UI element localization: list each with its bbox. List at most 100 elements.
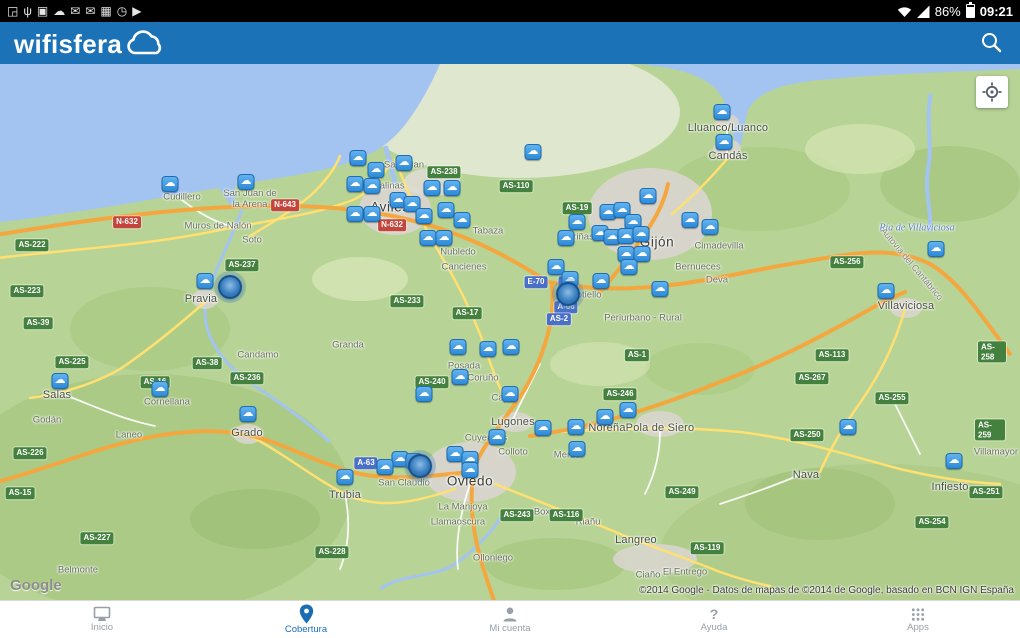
cloud-icon: ☁: [528, 146, 539, 157]
wifi-hotspot-marker[interactable]: ☁: [502, 386, 519, 402]
wifi-hotspot-marker[interactable]: ☁: [162, 176, 179, 192]
cloud-icon: ☁: [447, 182, 458, 193]
wifi-hotspot-marker[interactable]: ☁: [436, 230, 453, 246]
wifi-hotspot-marker[interactable]: ☁: [152, 381, 169, 397]
wifi-hotspot-marker[interactable]: ☁: [480, 341, 497, 357]
map-label: Olloniego: [473, 553, 513, 564]
wifi-hotspot-marker[interactable]: ☁: [620, 402, 637, 418]
wifi-hotspot-marker[interactable]: ☁: [682, 212, 699, 228]
cluster-marker[interactable]: [408, 454, 432, 478]
wifi-hotspot-marker[interactable]: ☁: [416, 208, 433, 224]
wifi-hotspot-marker[interactable]: ☁: [368, 162, 385, 178]
apps-grid-icon: [910, 607, 926, 622]
person-icon: [501, 606, 519, 623]
wifi-hotspot-marker[interactable]: ☁: [240, 406, 257, 422]
search-button[interactable]: [976, 27, 1006, 60]
wifi-hotspot-marker[interactable]: ☁: [454, 212, 471, 228]
wifi-hotspot-marker[interactable]: ☁: [347, 176, 364, 192]
wifi-hotspot-marker[interactable]: ☁: [946, 453, 963, 469]
wifi-hotspot-marker[interactable]: ☁: [364, 178, 381, 194]
wifi-hotspot-marker[interactable]: ☁: [558, 230, 575, 246]
status-bar-notification-icons: ◲ψ▣☁✉✉▦◷▶: [7, 0, 141, 22]
cloud-icon: ☁: [538, 422, 549, 433]
wifi-hotspot-marker[interactable]: ☁: [593, 273, 610, 289]
wifi-hotspot-marker[interactable]: ☁: [928, 241, 945, 257]
cloud-icon: ☁: [367, 208, 378, 219]
wifi-hotspot-marker[interactable]: ☁: [702, 219, 719, 235]
cloud-icon: ☁: [483, 343, 494, 354]
wifi-hotspot-marker[interactable]: ☁: [347, 206, 364, 222]
cloud-icon: ☁: [393, 194, 404, 205]
wifi-hotspot-marker[interactable]: ☁: [197, 273, 214, 289]
wifi-hotspot-marker[interactable]: ☁: [621, 259, 638, 275]
wifi-hotspot-marker[interactable]: ☁: [503, 339, 520, 355]
wifi-hotspot-marker[interactable]: ☁: [444, 180, 461, 196]
map[interactable]: AvilésGijónOviedoLluanco/LuancoCandásPra…: [0, 64, 1020, 600]
nav-item-mi-cuenta[interactable]: Mi cuenta: [408, 601, 612, 638]
nav-item-ayuda[interactable]: ? Ayuda: [612, 601, 816, 638]
road-badge: AS-1: [625, 349, 649, 361]
nav-item-inicio[interactable]: Inicio: [0, 601, 204, 638]
wifi-hotspot-marker[interactable]: ☁: [452, 369, 469, 385]
wifi-hotspot-marker[interactable]: ☁: [396, 155, 413, 171]
wifi-hotspot-marker[interactable]: ☁: [716, 134, 733, 150]
wifi-hotspot-marker[interactable]: ☁: [569, 441, 586, 457]
map-label: Cudillero: [163, 192, 201, 203]
cloud-icon: ☁: [551, 261, 562, 272]
cloud-icon: ☁: [439, 232, 450, 243]
cloud-icon: ☁: [350, 208, 361, 219]
road-badge: AS-15: [6, 487, 35, 499]
cloud-icon: ☁: [624, 261, 635, 272]
cloud-icon: ☁: [561, 232, 572, 243]
my-location-button[interactable]: [976, 76, 1008, 108]
road-badge: AS-116: [550, 509, 583, 521]
nav-label: Mi cuenta: [489, 624, 530, 634]
wifi-hotspot-marker[interactable]: ☁: [525, 144, 542, 160]
wifi-hotspot-marker[interactable]: ☁: [450, 339, 467, 355]
nav-item-cobertura[interactable]: Cobertura: [204, 601, 408, 638]
my-location-icon: [982, 82, 1002, 102]
road-badge: AS-246: [603, 388, 636, 400]
wifi-hotspot-marker[interactable]: ☁: [568, 419, 585, 435]
wifi-hotspot-marker[interactable]: ☁: [350, 150, 367, 166]
wifi-hotspot-marker[interactable]: ☁: [420, 230, 437, 246]
road-badge: AS-226: [13, 447, 46, 459]
road-badge: N-632: [378, 219, 406, 231]
cloud-icon: ☁: [407, 198, 418, 209]
wifi-hotspot-marker[interactable]: ☁: [640, 188, 657, 204]
cluster-marker[interactable]: [556, 282, 580, 306]
wifi-hotspot-marker[interactable]: ☁: [633, 226, 650, 242]
road-badge: AS-17: [453, 307, 482, 319]
wifi-hotspot-marker[interactable]: ☁: [569, 214, 586, 230]
cloud-icon: ☁: [572, 216, 583, 227]
map-label: Soto: [242, 235, 262, 246]
wifi-hotspot-marker[interactable]: ☁: [424, 180, 441, 196]
cluster-marker[interactable]: [218, 275, 242, 299]
cloud-icon: ☁: [419, 388, 430, 399]
wifi-hotspot-marker[interactable]: ☁: [714, 104, 731, 120]
wifi-hotspot-marker[interactable]: ☁: [416, 386, 433, 402]
wifi-hotspot-marker[interactable]: ☁: [52, 373, 69, 389]
wifi-hotspot-marker[interactable]: ☁: [364, 206, 381, 222]
wifi-hotspot-marker[interactable]: ☁: [438, 202, 455, 218]
wifi-hotspot-marker[interactable]: ☁: [878, 283, 895, 299]
wifi-hotspot-marker[interactable]: ☁: [462, 462, 479, 478]
android-screen: ◲ψ▣☁✉✉▦◷▶ 86% 09:21 wifisfera: [0, 0, 1020, 638]
cloud-icon: ☁: [637, 248, 648, 259]
map-label: Salas: [43, 389, 72, 401]
app-name: wifisfera: [14, 31, 122, 57]
map-label: Nava: [793, 469, 819, 481]
wifi-hotspot-marker[interactable]: ☁: [840, 419, 857, 435]
wifi-hotspot-marker[interactable]: ☁: [597, 409, 614, 425]
wifi-hotspot-marker[interactable]: ☁: [337, 469, 354, 485]
wifi-hotspot-marker[interactable]: ☁: [377, 459, 394, 475]
wifi-hotspot-marker[interactable]: ☁: [489, 429, 506, 445]
wifi-hotspot-marker[interactable]: ☁: [652, 281, 669, 297]
road-badge: AS-119: [691, 542, 724, 554]
road-badge: AS-228: [315, 546, 348, 558]
map-label: Granda: [332, 340, 364, 351]
nav-item-apps[interactable]: Apps: [816, 601, 1020, 638]
road-badge: AS-39: [24, 317, 53, 329]
wifi-hotspot-marker[interactable]: ☁: [238, 174, 255, 190]
wifi-hotspot-marker[interactable]: ☁: [535, 420, 552, 436]
